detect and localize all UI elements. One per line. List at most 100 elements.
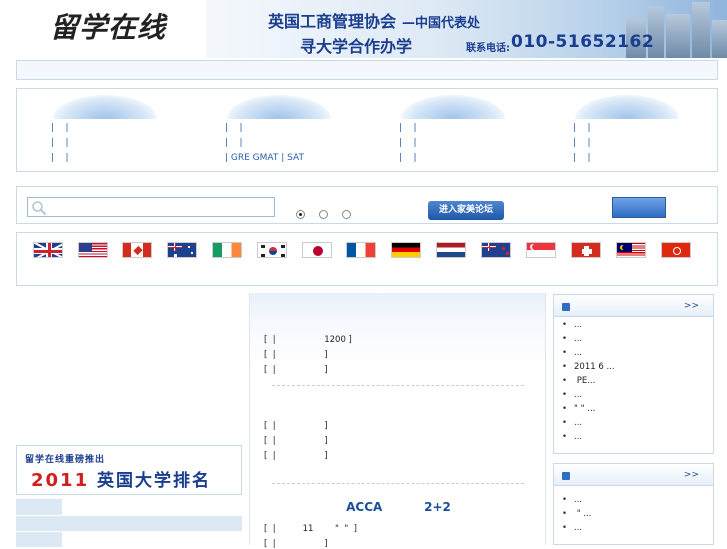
nav-links[interactable]: | |	[399, 153, 417, 163]
nav-tab[interactable]	[401, 95, 505, 119]
table-header-cell[interactable]	[16, 499, 62, 516]
list-item[interactable]: ...	[562, 432, 713, 446]
korea-flag-icon	[257, 242, 287, 258]
contact-label: 联系电话:	[466, 43, 510, 54]
flag-canada[interactable]	[115, 242, 159, 263]
list-item[interactable]: ...	[562, 334, 713, 348]
uk-flag-icon	[33, 242, 63, 258]
header: 留学在线 英国工商管理协会 —中国代表处 寻大学合作办学 联系电话: 010-51…	[0, 0, 727, 58]
news-item[interactable]: [ | ]	[264, 421, 328, 431]
list-item[interactable]: 2011 6 ...	[562, 362, 713, 376]
radio-option[interactable]	[341, 210, 351, 219]
table-cell[interactable]	[197, 515, 242, 532]
header-banner[interactable]: 英国工商管理协会 —中国代表处 寻大学合作办学 联系电话: 010-5165216…	[206, 0, 727, 58]
singapore-flag-icon	[526, 242, 556, 258]
search-bar: 进入家美论坛	[16, 186, 718, 224]
news-item[interactable]: [ | 1200 ]	[264, 335, 352, 345]
nav-tab[interactable]	[227, 95, 331, 119]
news-item[interactable]: [ | ]	[264, 436, 328, 446]
nav-tab[interactable]	[53, 95, 157, 119]
section-title[interactable]: ACCA 2+2	[250, 500, 547, 514]
news-item[interactable]: [ | ]	[264, 451, 328, 461]
list-item[interactable]: ...	[562, 523, 713, 537]
hong-kong-flag-icon	[661, 242, 691, 258]
nav-links[interactable]: | |	[399, 138, 417, 148]
radio-option[interactable]	[318, 210, 328, 219]
nav-links[interactable]: | |	[573, 123, 591, 133]
more-link[interactable]: >>	[684, 470, 699, 480]
site-logo[interactable]: 留学在线	[50, 6, 166, 46]
list-item[interactable]: ...	[562, 495, 713, 509]
ireland-flag-icon	[212, 242, 242, 258]
list-item[interactable]: " ...	[562, 509, 713, 523]
list-item[interactable]: ...	[562, 390, 713, 404]
news-item[interactable]: [ | ]	[264, 350, 328, 360]
forum-button[interactable]: 进入家美论坛	[428, 201, 504, 220]
malaysia-flag-icon	[616, 242, 646, 258]
flag-new-zealand[interactable]	[474, 242, 518, 263]
australia-flag-icon	[167, 242, 197, 258]
ranking-title: 2011 英国大学排名	[31, 470, 212, 491]
nav-links[interactable]: | |	[51, 153, 69, 163]
news-list: ... ... ... 2011 6 ... PE... ... " " ...…	[554, 317, 713, 446]
new-zealand-flag-icon	[481, 242, 511, 258]
nav-links[interactable]: | |	[51, 138, 69, 148]
search-button[interactable]	[612, 197, 666, 218]
flag-malaysia[interactable]	[609, 242, 653, 263]
flag-hong-kong[interactable]	[654, 242, 698, 263]
contact-phone: 010-51652162	[511, 32, 655, 52]
flag-france[interactable]	[339, 242, 383, 263]
list-item[interactable]: ...	[562, 418, 713, 432]
nav-column: | | | | | GRE GMAT | SAT	[191, 89, 366, 173]
flag-switzerland[interactable]	[564, 242, 608, 263]
list-item[interactable]: " " ...	[562, 404, 713, 418]
nav-links[interactable]: | |	[573, 138, 591, 148]
nav-links[interactable]: | |	[225, 123, 243, 133]
list-item[interactable]: PE...	[562, 376, 713, 390]
nav-links[interactable]: | |	[51, 123, 69, 133]
flag-japan[interactable]	[295, 242, 339, 263]
flag-australia[interactable]	[160, 242, 204, 263]
netherlands-flag-icon	[436, 242, 466, 258]
more-link[interactable]: >>	[684, 301, 699, 311]
panel-header: >>	[554, 295, 713, 317]
flag-ireland[interactable]	[205, 242, 249, 263]
list-item[interactable]: ...	[562, 320, 713, 334]
nav-links[interactable]: | |	[225, 138, 243, 148]
flag-singapore[interactable]	[519, 242, 563, 263]
banner-headline: 英国工商管理协会 —中国代表处	[268, 12, 481, 31]
table-cell[interactable]	[107, 499, 152, 516]
nav-links[interactable]: | GRE GMAT | SAT	[225, 153, 304, 163]
list-item[interactable]: ...	[562, 348, 713, 362]
table-cell[interactable]	[107, 515, 152, 532]
table-row	[16, 515, 242, 532]
news-panel: >> ... ... ... 2011 6 ... PE... ... " " …	[553, 294, 714, 454]
country-flags	[16, 232, 718, 286]
nav-links[interactable]: | |	[399, 123, 417, 133]
table-cell[interactable]	[197, 499, 242, 516]
nav-links[interactable]: | |	[573, 153, 591, 163]
news-item[interactable]: [ | ]	[264, 365, 328, 375]
news-item[interactable]: [ | ]	[264, 539, 328, 549]
table-cell[interactable]	[62, 499, 107, 516]
nav-tab[interactable]	[575, 95, 679, 119]
radio-option[interactable]	[296, 210, 305, 219]
us-flag-icon	[78, 242, 108, 258]
flag-germany[interactable]	[384, 242, 428, 263]
flag-uk[interactable]	[26, 242, 70, 263]
document-icon	[562, 303, 570, 311]
ranking-banner[interactable]: 留学在线重磅推出 2011 英国大学排名	[16, 445, 242, 495]
table-cell[interactable]	[152, 499, 197, 516]
canada-flag-icon	[122, 242, 152, 258]
table-cell[interactable]	[152, 515, 197, 532]
france-flag-icon	[346, 242, 376, 258]
flag-korea[interactable]	[250, 242, 294, 263]
search-input[interactable]	[27, 197, 275, 217]
featured-news: [ | 1200 ] [ | ] [ | ] [ | ] [ | ] [ | ]…	[249, 293, 547, 549]
news-item[interactable]: [ | 11 " " ]	[264, 524, 357, 534]
table-cell[interactable]	[62, 515, 107, 532]
flag-netherlands[interactable]	[429, 242, 473, 263]
flag-us[interactable]	[71, 242, 115, 263]
panel-header: >>	[554, 464, 713, 486]
table-header-cell[interactable]	[16, 515, 62, 532]
